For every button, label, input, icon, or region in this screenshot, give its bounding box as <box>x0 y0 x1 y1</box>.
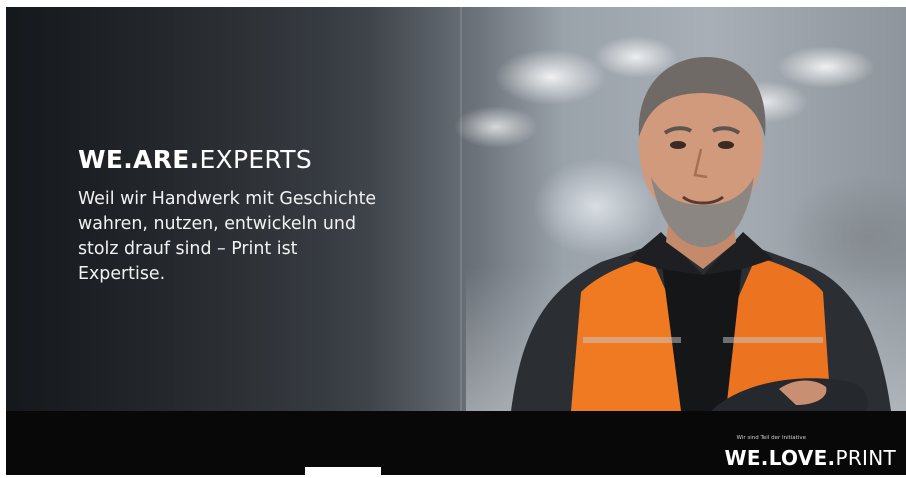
image-divider <box>460 7 462 411</box>
background-photo: WE.ARE.EXPERTS Weil wir Handwerk mit Ges… <box>6 7 906 411</box>
ad-banner: WE.ARE.EXPERTS Weil wir Handwerk mit Ges… <box>6 7 906 475</box>
logo-bold: WE.LOVE. <box>724 446 836 470</box>
headline: WE.ARE.EXPERTS <box>78 145 312 175</box>
headline-regular: EXPERTS <box>199 145 313 174</box>
bottom-bar: Wir sind Teil der Initiative WE.LOVE.PRI… <box>6 411 906 475</box>
white-tab <box>305 467 381 475</box>
logo-regular: PRINT <box>835 446 896 470</box>
headline-bold: WE.ARE. <box>78 145 200 174</box>
initiative-note: Wir sind Teil der Initiative <box>736 435 807 441</box>
body-copy: Weil wir Handwerk mit Geschichte wahren,… <box>78 189 377 284</box>
we-love-print-logo: WE.LOVE.PRINT <box>724 446 896 470</box>
worker-figure <box>511 37 891 411</box>
